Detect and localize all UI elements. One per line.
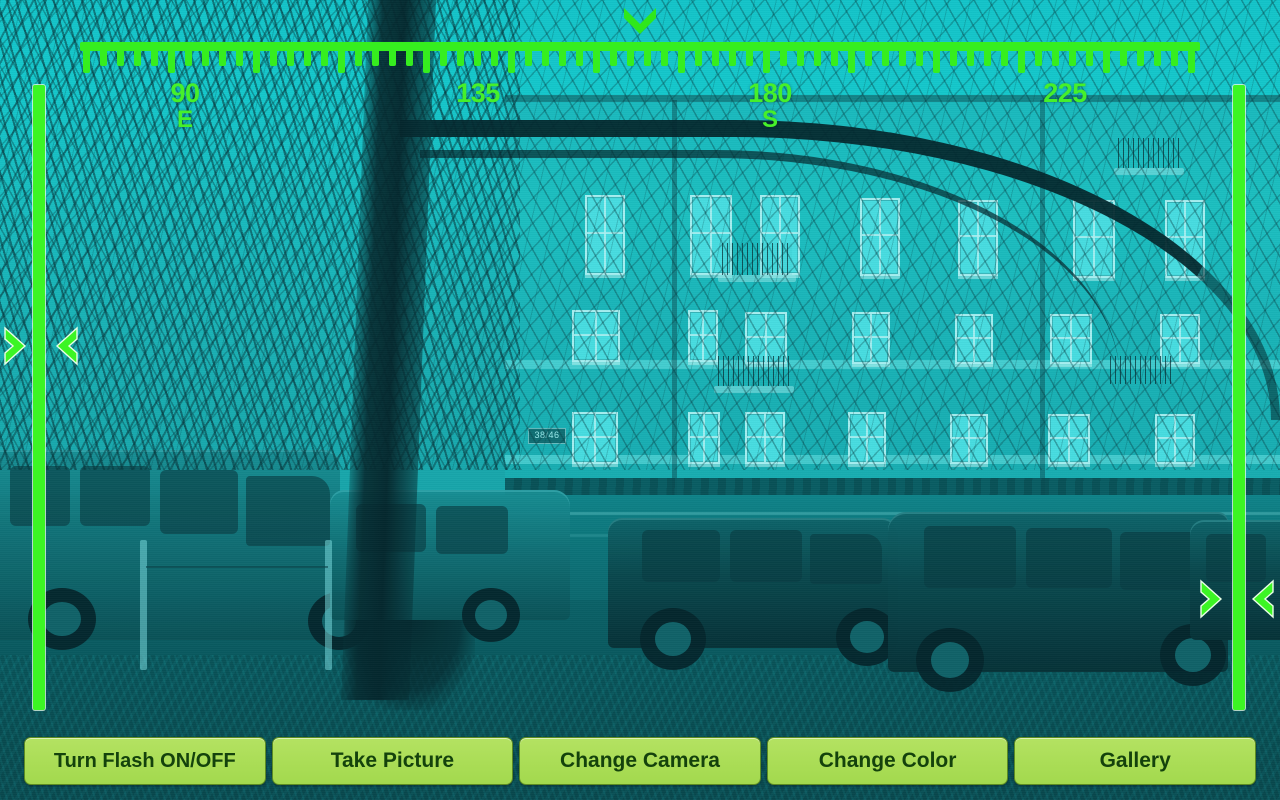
change-color-button[interactable]: Change Color: [766, 737, 1009, 785]
vehicle-window: [1026, 528, 1112, 588]
left-frame-grip[interactable]: [2, 322, 80, 370]
left-frame-guide-bar[interactable]: [33, 85, 45, 710]
change-camera-button[interactable]: Change Camera: [519, 737, 761, 785]
camera-app-root: 38/46: [0, 0, 1280, 800]
tree-trunk-base: [345, 620, 475, 710]
gallery-button[interactable]: Gallery: [1014, 737, 1256, 785]
camera-preview[interactable]: 38/46: [0, 0, 1280, 800]
take-picture-button[interactable]: Take Picture: [271, 737, 514, 785]
vehicle-window: [924, 526, 1016, 588]
chevron-right-icon[interactable]: [2, 326, 28, 366]
windshield: [810, 534, 882, 584]
chevron-left-icon[interactable]: [54, 326, 80, 366]
vehicle-window: [160, 470, 238, 534]
vehicle-window: [80, 466, 150, 526]
barrier-post: [140, 540, 147, 670]
vehicle-window: [642, 530, 720, 582]
barrier-post: [325, 540, 332, 670]
vehicle-wheel: [640, 608, 706, 670]
vehicle-window: [730, 530, 802, 582]
chevron-left-icon[interactable]: [1250, 579, 1276, 619]
barrier-chain: [146, 566, 328, 568]
camera-toolbar: Turn Flash ON/OFF Take Picture Change Came…: [0, 722, 1280, 800]
windshield: [246, 476, 330, 546]
vehicle-wheel: [916, 628, 984, 692]
chevron-right-icon[interactable]: [1198, 579, 1224, 619]
vehicle-window: [436, 506, 508, 554]
turn-flash-button[interactable]: Turn Flash ON/OFF: [24, 737, 266, 785]
right-frame-grip[interactable]: [1198, 575, 1276, 623]
